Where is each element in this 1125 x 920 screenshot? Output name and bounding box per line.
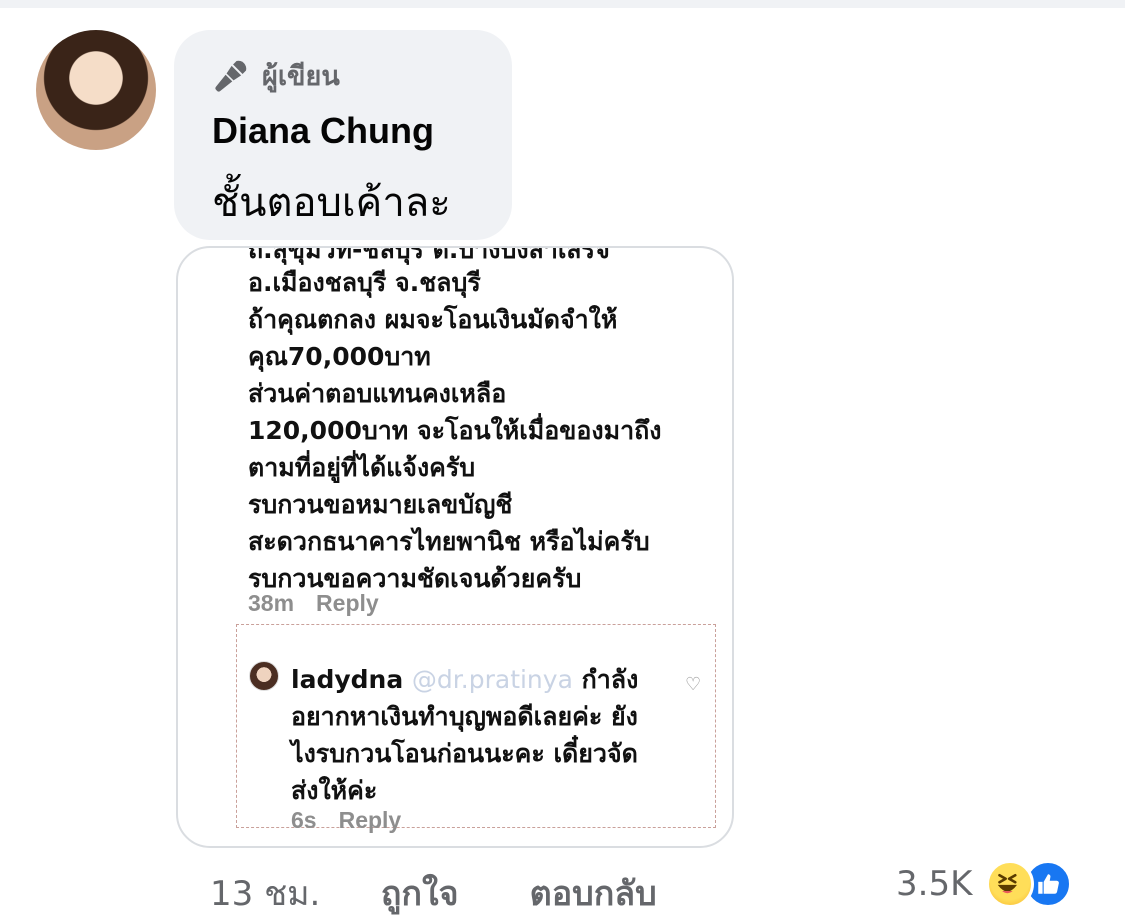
highlighted-reply: ladydna @dr.pratinya กำลัง อยากหาเงินทำบ… (236, 624, 716, 833)
message-reply-link: Reply (316, 590, 379, 616)
message-line: ถ้าคุณตกลง ผมจะโอนเงินมัดจำให้ (248, 305, 618, 334)
comment-bubble: ผู้เขียน Diana Chung ชั้นตอบเค้าละ (174, 30, 512, 240)
like-button[interactable]: ถูกใจ (381, 866, 519, 920)
reply-text: ladydna @dr.pratinya กำลัง อยากหาเงินทำบ… (291, 661, 691, 809)
message-line: สะดวกธนาคารไทยพานิช หรือไม่ครับ (248, 527, 650, 556)
message-time: 38m (248, 590, 295, 616)
reply-username: ladydna (291, 665, 404, 694)
reactions-summary[interactable]: 3.5K (896, 860, 1073, 908)
message-line: อ.เมืองชลบุรี จ.ชลบุรี (248, 268, 481, 297)
reply-line: อยากหาเงินทำบุญพอดีเลยค่ะ ยัง (291, 702, 638, 731)
message-line: ส่วนค่าตอบแทนคงเหลือ (248, 379, 507, 408)
message-line: ตามที่อยู่ที่ได้แจ้งครับ (248, 453, 476, 482)
commenter-avatar[interactable] (36, 30, 156, 150)
microphone-icon (215, 60, 247, 92)
message-meta: 38m Reply (248, 590, 379, 617)
reply-first-line: ladydna @dr.pratinya กำลัง (291, 661, 691, 698)
comment-actions: 13 ชม. ถูกใจ ตอบกลับ (210, 866, 657, 920)
haha-reaction-icon (986, 860, 1035, 908)
attached-screenshot[interactable]: ถ.สุขุมวิท-ชลบุรี ต.บ้างบึงสำเสร็จ อ.เมื… (176, 246, 734, 848)
reply-reply-link: Reply (338, 807, 402, 833)
heart-icon: ♡ (685, 674, 702, 694)
message-line: คุณ70,000บาท (248, 342, 431, 371)
reply-time: 6s (291, 807, 317, 833)
message-text: อ.เมืองชลบุรี จ.ชลบุรี ถ้าคุณตกลง ผมจะโอ… (248, 264, 718, 597)
message-line: 120,000บาท จะโอนให้เมื่อของมาถึง (248, 416, 662, 445)
author-badge: ผู้เขียน (212, 54, 340, 97)
author-badge-label: ผู้เขียน (262, 61, 340, 92)
top-divider (0, 0, 1125, 8)
reply-first-line-tail: กำลัง (581, 665, 639, 694)
comment-timestamp[interactable]: 13 ชม. (210, 866, 370, 920)
reply-button[interactable]: ตอบกลับ (530, 866, 657, 920)
author-name[interactable]: Diana Chung (212, 110, 434, 152)
reaction-count: 3.5K (896, 864, 973, 904)
reply-avatar (249, 661, 279, 691)
comment-text: ชั้นตอบเค้าละ (212, 180, 451, 226)
reply-line: ไงรบกวนโอนก่อนนะคะ เดี๋ยวจัด (291, 739, 638, 768)
reply-meta: 6s Reply (291, 807, 401, 834)
reply-line: ส่งให้ค่ะ (291, 776, 378, 805)
reply-mention: @dr.pratinya (411, 665, 573, 694)
message-line: รบกวนขอหมายเลขบัญชี (248, 490, 513, 519)
